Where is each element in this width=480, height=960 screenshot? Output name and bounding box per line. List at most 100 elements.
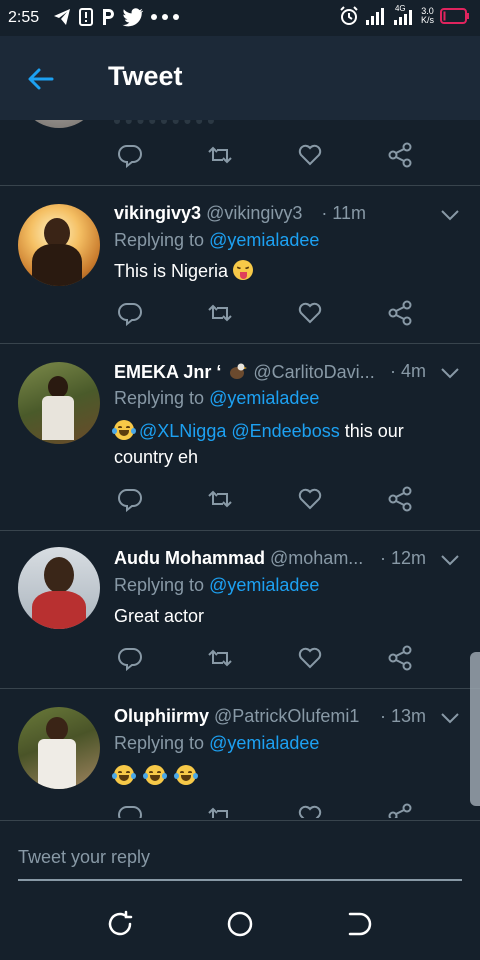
speed-unit: K/s	[420, 15, 434, 25]
author-handle[interactable]: @moham...	[270, 548, 363, 568]
tweet-item[interactable]: Audu Mohammad @moham... · 12m Replying t…	[0, 531, 480, 689]
chevron-down-icon[interactable]	[440, 208, 460, 222]
tweet-actions	[0, 300, 480, 330]
tweet-text: This is Nigeria	[114, 258, 440, 284]
replying-to-mention[interactable]: @yemialadee	[209, 575, 319, 595]
avatar[interactable]	[18, 204, 100, 286]
home-icon[interactable]	[226, 910, 254, 938]
share-icon[interactable]	[387, 300, 413, 326]
reply-icon[interactable]	[117, 645, 143, 671]
avatar[interactable]	[18, 120, 100, 128]
replying-to-label: Replying to	[114, 230, 205, 250]
replying-to-label: Replying to	[114, 388, 205, 408]
tweet-item[interactable]: Oluphiirmy @PatrickOlufemi1 · 13m Replyi…	[0, 689, 480, 818]
network-speed: 3.0 K/s	[421, 7, 434, 25]
author-handle[interactable]: @CarlitoDavi...	[253, 362, 374, 382]
recent-apps-icon[interactable]	[106, 910, 134, 938]
share-icon[interactable]	[387, 645, 413, 671]
tweet-item[interactable]: EMEKA Jnr ‘ @CarlitoDavi... · 4m Replyin…	[0, 344, 480, 531]
retweet-icon[interactable]	[207, 142, 233, 168]
replying-to-mention[interactable]: @yemialadee	[209, 733, 319, 753]
signal-icon	[365, 8, 384, 25]
like-icon[interactable]	[297, 803, 323, 818]
back-nav-icon[interactable]	[346, 910, 374, 938]
replying-to-mention[interactable]: @yemialadee	[209, 388, 319, 408]
chevron-down-icon[interactable]	[440, 366, 460, 380]
tweet-body: Great actor	[114, 606, 205, 626]
author-name[interactable]: Audu Mohammad	[114, 548, 265, 568]
tweet-partial[interactable]	[0, 120, 480, 186]
tweet-text: @XLNigga @Endeeboss this our country eh	[112, 418, 440, 470]
reply-icon[interactable]	[117, 142, 143, 168]
share-icon[interactable]	[387, 803, 413, 818]
status-right: 4G 3.0 K/s	[339, 4, 470, 26]
status-bar: 2:55 4G 3.0 K/s	[0, 0, 480, 36]
retweet-icon[interactable]	[207, 803, 233, 818]
replying-to: Replying to @yemialadee	[114, 388, 319, 409]
chevron-down-icon[interactable]	[440, 553, 460, 567]
retweet-icon[interactable]	[207, 300, 233, 326]
author-name[interactable]: vikingivy3	[114, 203, 201, 223]
telegram-icon	[54, 9, 70, 25]
tweet-time: · 11m	[321, 203, 366, 223]
author-name[interactable]: Oluphiirmy	[114, 706, 209, 726]
retweet-icon[interactable]	[207, 486, 233, 512]
avatar[interactable]	[18, 707, 100, 789]
tears-of-joy-emoji-icon	[174, 765, 199, 785]
share-icon[interactable]	[387, 142, 413, 168]
like-icon[interactable]	[297, 300, 323, 326]
reply-icon[interactable]	[117, 803, 143, 818]
back-arrow-icon[interactable]	[26, 64, 56, 94]
signal-4g-icon: 4G	[391, 4, 415, 26]
share-icon[interactable]	[387, 486, 413, 512]
author-handle[interactable]: @vikingivy3	[206, 203, 302, 223]
chevron-down-icon[interactable]	[440, 711, 460, 725]
tweet-header: Audu Mohammad @moham...	[114, 548, 376, 569]
avatar[interactable]	[18, 362, 100, 444]
twitter-icon	[122, 8, 144, 27]
tweet-actions	[0, 486, 480, 516]
tweet-text	[112, 763, 440, 789]
retweet-icon[interactable]	[207, 645, 233, 671]
replying-to: Replying to @yemialadee	[114, 733, 319, 754]
replying-to-label: Replying to	[114, 575, 205, 595]
author-name[interactable]: EMEKA Jnr ‘	[114, 362, 221, 382]
tweet-header: Oluphiirmy @PatrickOlufemi1	[114, 706, 380, 727]
author-handle[interactable]: @PatrickOlufemi1	[214, 706, 359, 726]
tweet-header: vikingivy3 @vikingivy3	[114, 203, 420, 224]
tweet-item[interactable]: vikingivy3 @vikingivy3 · 11m Replying to…	[0, 186, 480, 344]
like-icon[interactable]	[297, 142, 323, 168]
app-bar: Tweet	[0, 36, 480, 120]
tweet-actions	[0, 803, 480, 818]
notification-icons	[52, 7, 180, 27]
tweet-reply-input[interactable]	[18, 843, 462, 881]
tweet-feed[interactable]: vikingivy3 @vikingivy3 · 11m Replying to…	[0, 120, 480, 818]
like-icon[interactable]	[297, 486, 323, 512]
avatar[interactable]	[18, 547, 100, 629]
tweet-actions	[0, 142, 480, 172]
p-icon	[103, 9, 114, 25]
battery-low-icon	[440, 8, 469, 24]
replying-to: Replying to @yemialadee	[114, 230, 319, 251]
scrollbar-thumb[interactable]	[470, 652, 480, 806]
tweet-text-cutoff	[114, 120, 214, 124]
like-icon[interactable]	[297, 645, 323, 671]
tears-of-joy-emoji-icon	[112, 765, 136, 785]
replying-to: Replying to @yemialadee	[114, 575, 319, 596]
reply-icon[interactable]	[117, 486, 143, 512]
alarm-icon	[340, 6, 358, 25]
mention-endeeboss[interactable]: @Endeeboss	[231, 421, 339, 441]
tears-of-joy-emoji-icon	[143, 765, 168, 785]
system-nav-bar	[0, 888, 480, 960]
more-dots-icon	[151, 14, 179, 20]
replying-to-mention[interactable]: @yemialadee	[209, 230, 319, 250]
tweet-actions	[0, 645, 480, 675]
mention-xlnigga[interactable]: @XLNigga	[139, 421, 226, 441]
status-time: 2:55	[8, 9, 40, 26]
tweet-body: This is Nigeria	[114, 261, 229, 281]
tweet-time: · 13m	[379, 706, 426, 726]
tweet-time: · 4m	[390, 361, 426, 381]
notification-icon	[79, 8, 93, 26]
tongue-emoji-icon	[233, 260, 254, 280]
reply-icon[interactable]	[117, 300, 143, 326]
